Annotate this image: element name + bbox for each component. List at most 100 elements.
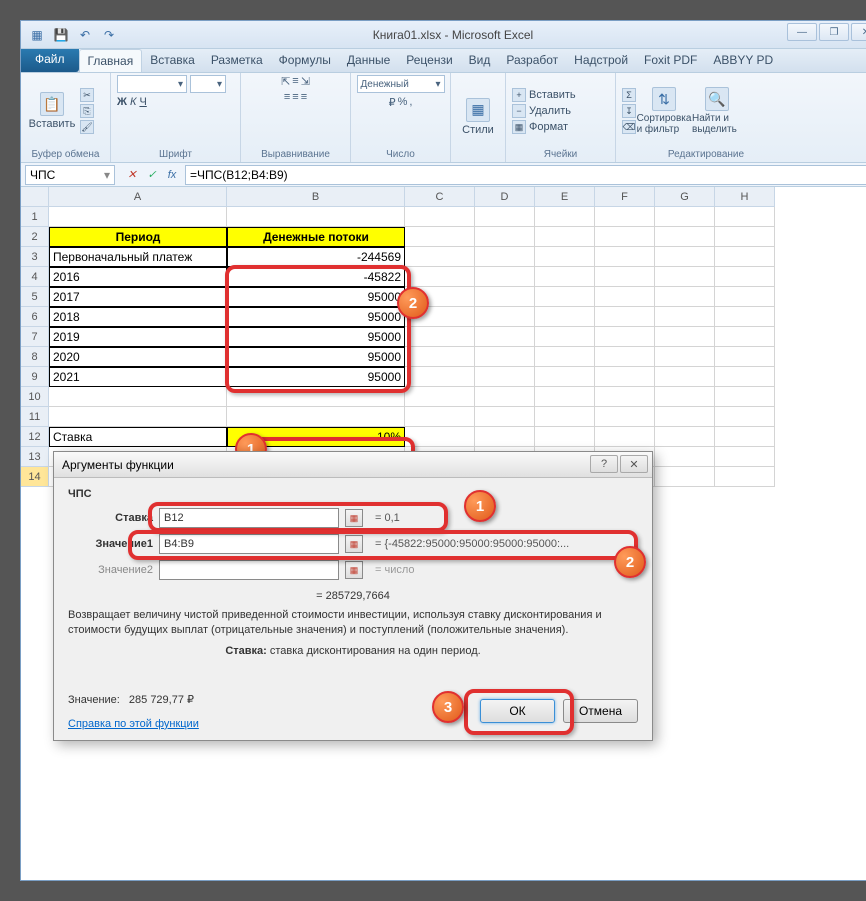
rate-input[interactable]: B12 — [159, 508, 339, 528]
clear-button[interactable]: ⌫ — [622, 120, 636, 134]
underline-button[interactable]: Ч — [139, 96, 146, 108]
cell[interactable] — [535, 247, 595, 267]
close-button[interactable]: ✕ — [851, 23, 866, 41]
format-cells-button[interactable]: ▦Формат — [512, 120, 576, 134]
find-select-button[interactable]: 🔍Найти и выделить — [692, 87, 742, 135]
tab-layout[interactable]: Разметка — [203, 49, 271, 72]
col-header-E[interactable]: E — [535, 187, 595, 207]
value1-input[interactable]: B4:B9 — [159, 534, 339, 554]
cell[interactable] — [595, 227, 655, 247]
cell[interactable] — [715, 447, 775, 467]
bold-button[interactable]: Ж — [117, 96, 127, 108]
cell[interactable] — [405, 227, 475, 247]
tab-insert[interactable]: Вставка — [142, 49, 203, 72]
cell[interactable] — [715, 367, 775, 387]
cell[interactable] — [715, 267, 775, 287]
cell[interactable] — [595, 267, 655, 287]
italic-button[interactable]: К — [130, 96, 136, 108]
cell[interactable] — [405, 367, 475, 387]
tab-formulas[interactable]: Формулы — [271, 49, 339, 72]
format-painter-button[interactable]: 🖌 — [80, 120, 94, 134]
cell[interactable] — [535, 407, 595, 427]
cell[interactable] — [715, 327, 775, 347]
cell[interactable] — [595, 367, 655, 387]
cell[interactable] — [475, 327, 535, 347]
row-header-11[interactable]: 11 — [21, 407, 49, 427]
cell[interactable] — [655, 367, 715, 387]
cell[interactable] — [715, 387, 775, 407]
cell[interactable] — [595, 327, 655, 347]
col-header-F[interactable]: F — [595, 187, 655, 207]
cell[interactable] — [405, 207, 475, 227]
cell[interactable] — [405, 247, 475, 267]
name-box[interactable]: ЧПС▾ — [25, 165, 115, 185]
font-size-combo[interactable]: ▾ — [190, 75, 226, 93]
cell[interactable] — [715, 287, 775, 307]
dialog-help-link[interactable]: Справка по этой функции — [68, 718, 199, 730]
tab-abbyy[interactable]: ABBYY PD — [705, 49, 781, 72]
cell[interactable] — [535, 387, 595, 407]
row-header-7[interactable]: 7 — [21, 327, 49, 347]
cell[interactable] — [715, 227, 775, 247]
tab-review[interactable]: Рецензи — [398, 49, 460, 72]
row-header-12[interactable]: 12 — [21, 427, 49, 447]
cell[interactable] — [655, 467, 715, 487]
col-header-H[interactable]: H — [715, 187, 775, 207]
maximize-button[interactable]: ❐ — [819, 23, 849, 41]
align-top-icon[interactable]: ⇱ — [281, 75, 290, 88]
number-format-combo[interactable]: Денежный▾ — [357, 75, 445, 93]
cell[interactable]: 2021 — [49, 367, 227, 387]
cell[interactable] — [655, 227, 715, 247]
cell[interactable]: 95000 — [227, 367, 405, 387]
cell[interactable] — [655, 427, 715, 447]
cell[interactable] — [535, 427, 595, 447]
cell[interactable] — [595, 287, 655, 307]
accept-formula-icon[interactable]: ✓ — [143, 166, 161, 184]
minimize-button[interactable]: — — [787, 23, 817, 41]
paste-button[interactable]: 📋Вставить — [27, 92, 77, 130]
cell[interactable] — [405, 407, 475, 427]
cell[interactable] — [535, 287, 595, 307]
cut-button[interactable]: ✂ — [80, 88, 94, 102]
align-mid-icon[interactable]: ≡ — [292, 75, 298, 88]
cell[interactable] — [655, 307, 715, 327]
cell[interactable] — [49, 407, 227, 427]
tab-foxit[interactable]: Foxit PDF — [636, 49, 705, 72]
cell[interactable] — [595, 427, 655, 447]
cell[interactable] — [655, 447, 715, 467]
cell[interactable] — [535, 207, 595, 227]
cell[interactable] — [475, 367, 535, 387]
cell[interactable] — [405, 307, 475, 327]
cell[interactable]: 95000 — [227, 327, 405, 347]
cell[interactable] — [655, 267, 715, 287]
cell[interactable] — [535, 327, 595, 347]
sum-button[interactable]: Σ — [622, 88, 636, 102]
value2-picker-icon[interactable]: ▦ — [345, 561, 363, 579]
cell[interactable] — [475, 207, 535, 227]
cell[interactable] — [595, 247, 655, 267]
cell[interactable] — [655, 407, 715, 427]
cancel-button[interactable]: Отмена — [563, 699, 638, 723]
cell[interactable]: -45822 — [227, 267, 405, 287]
styles-button[interactable]: ▦Стили — [457, 98, 499, 136]
cell[interactable] — [595, 347, 655, 367]
cell[interactable] — [655, 327, 715, 347]
value2-input[interactable] — [159, 560, 339, 580]
fx-icon[interactable]: fx — [163, 166, 181, 184]
delete-cells-button[interactable]: −Удалить — [512, 104, 576, 118]
cell[interactable] — [655, 287, 715, 307]
cell[interactable] — [405, 327, 475, 347]
align-center-icon[interactable]: ≡ — [292, 91, 298, 103]
cell[interactable] — [655, 347, 715, 367]
cell[interactable] — [535, 267, 595, 287]
row-header-5[interactable]: 5 — [21, 287, 49, 307]
sort-filter-button[interactable]: ⇅Сортировка и фильтр — [639, 87, 689, 135]
cell[interactable] — [715, 347, 775, 367]
cell[interactable] — [655, 247, 715, 267]
cell[interactable] — [655, 387, 715, 407]
cell[interactable] — [475, 307, 535, 327]
row-header-10[interactable]: 10 — [21, 387, 49, 407]
header-period[interactable]: Период — [49, 227, 227, 247]
tab-view[interactable]: Вид — [461, 49, 499, 72]
cell[interactable]: 95000 — [227, 347, 405, 367]
